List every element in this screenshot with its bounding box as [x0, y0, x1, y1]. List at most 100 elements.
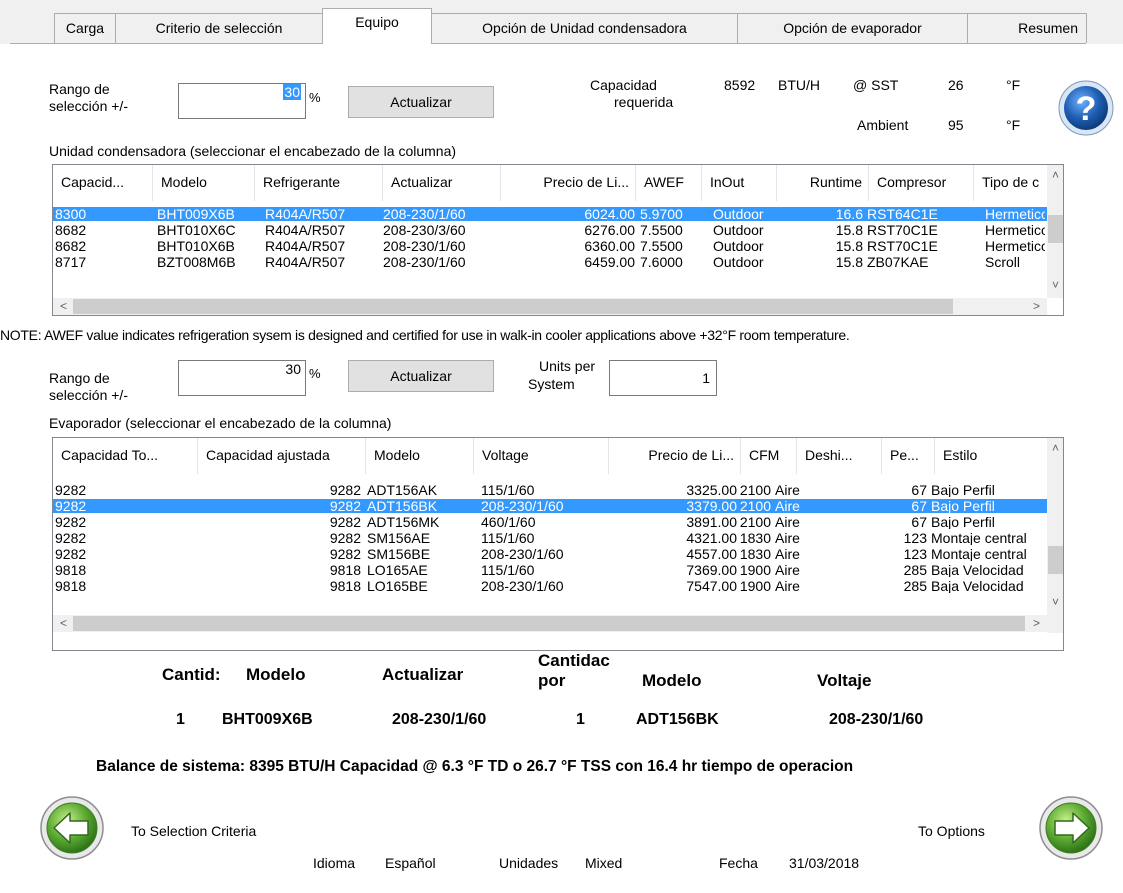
evaporator-cell-peso: 285: [903, 563, 927, 577]
condenser-table-row[interactable]: 8300 BHT009X6B R404A/R507 208-230/1/60 6024.…: [53, 207, 1047, 221]
evaporator-col-voltage[interactable]: Voltage: [474, 438, 609, 474]
tab-carga[interactable]: Carga: [54, 13, 116, 43]
evaporator-table-row[interactable]: 9282 9282 SM156AE 115/1/60 4321.00 1830 Aire 12…: [53, 531, 1047, 545]
condenser-cell-refrigerante: R404A/R507: [265, 255, 346, 269]
help-icon[interactable]: ?: [1058, 80, 1114, 136]
condenser-cell-tipo: Hermetico: [985, 223, 1045, 237]
evaporator-cell-cfm: 1900: [739, 563, 771, 577]
evaporator-table-row[interactable]: 9282 9282 SM156BE 208-230/1/60 4557.00 1830 Ai…: [53, 547, 1047, 561]
evaporator-cell-estilo: Baja Velocidad: [931, 563, 1024, 577]
condenser-col-capacidad[interactable]: Capacid...: [53, 165, 153, 201]
condenser-update-button[interactable]: Actualizar: [348, 86, 494, 118]
capacity-unit: BTU/H: [778, 77, 820, 93]
evaporator-table-row[interactable]: 9818 9818 LO165AE 115/1/60 7369.00 1900 Aire 28…: [53, 563, 1047, 577]
evaporator-grid[interactable]: Capacidad To... Capacidad ajustada Model…: [52, 437, 1064, 651]
condenser-vscroll[interactable]: ˄ ˅: [1047, 165, 1063, 298]
condenser-cell-refrigerante: R404A/R507: [265, 223, 346, 237]
evaporator-cell-voltage: 115/1/60: [481, 563, 535, 577]
evaporator-table-row[interactable]: 9818 9818 LO165BE 208-230/1/60 7547.00 1900 Ai…: [53, 579, 1047, 593]
evaporator-cell-capacidad-total: 9818: [55, 579, 87, 593]
condenser-col-awef[interactable]: AWEF: [636, 165, 702, 201]
scroll-thumb[interactable]: [1048, 215, 1063, 243]
condenser-cell-refrigerante: R404A/R507: [265, 207, 346, 221]
tab-resumen[interactable]: Resumen: [967, 13, 1087, 43]
evaporator-col-capacidad-ajustada[interactable]: Capacidad ajustada: [198, 438, 366, 474]
condenser-range-input[interactable]: 30: [178, 83, 306, 119]
scroll-up-icon[interactable]: ˄: [1047, 167, 1063, 183]
arrow-left-icon[interactable]: [40, 796, 104, 860]
evaporator-range-input[interactable]: 30: [178, 360, 306, 396]
back-label[interactable]: To Selection Criteria: [131, 823, 256, 839]
tab-divider: [10, 43, 1086, 44]
evaporator-cell-peso: 67: [911, 515, 927, 529]
evaporator-col-deshielo[interactable]: Deshi...: [797, 438, 882, 474]
condenser-col-precio[interactable]: Precio de Li...: [501, 165, 636, 201]
units-per-system-label-1: Units per: [539, 358, 596, 374]
evaporator-col-cfm[interactable]: CFM: [741, 438, 797, 474]
evaporator-table-row[interactable]: 9282 9282 ADT156MK 460/1/60 3891.00 2100 Aire 6…: [53, 515, 1047, 529]
arrow-right-icon[interactable]: [1039, 796, 1103, 860]
evaporator-cell-capacidad-ajustada: 9282: [329, 483, 361, 497]
units-per-system-input[interactable]: 1: [609, 360, 717, 396]
evaporator-cell-precio: 7547.00: [686, 579, 737, 593]
evaporator-cell-deshielo: Aire: [775, 515, 800, 529]
condenser-cell-tipo: Hermetico: [985, 207, 1045, 221]
evaporator-col-capacidad-total[interactable]: Capacidad To...: [53, 438, 198, 474]
tab-criterio-seleccion[interactable]: Criterio de selección: [115, 13, 323, 43]
sst-label: @ SST: [853, 77, 899, 93]
scroll-up-icon[interactable]: ˄: [1047, 440, 1063, 456]
condenser-cell-runtime: 16.6: [835, 207, 863, 221]
tab-opcion-unidad-condensadora[interactable]: Opción de Unidad condensadora: [431, 13, 738, 43]
condenser-hscroll[interactable]: < >: [53, 298, 1047, 315]
scroll-down-icon[interactable]: ˅: [1047, 594, 1063, 610]
evaporator-col-peso[interactable]: Pe...: [882, 438, 935, 474]
evaporator-col-precio[interactable]: Precio de Li...: [609, 438, 741, 474]
condenser-col-inout[interactable]: InOut: [702, 165, 777, 201]
condenser-cell-awef: 5.9700: [640, 207, 683, 221]
tab-equipo[interactable]: Equipo: [322, 8, 432, 44]
condenser-col-modelo[interactable]: Modelo: [153, 165, 255, 201]
scroll-right-icon[interactable]: >: [1028, 615, 1045, 631]
scroll-right-icon[interactable]: >: [1028, 298, 1045, 314]
evaporator-update-button[interactable]: Actualizar: [348, 360, 494, 392]
evaporator-col-estilo[interactable]: Estilo: [935, 438, 1048, 474]
condenser-percent: %: [309, 90, 321, 105]
evaporator-cell-peso: 123: [903, 531, 927, 545]
scroll-left-icon[interactable]: <: [55, 298, 72, 314]
evaporator-cell-peso: 67: [911, 499, 927, 513]
evaporator-cell-precio: 4321.00: [686, 531, 737, 545]
condenser-col-actualizar[interactable]: Actualizar: [383, 165, 501, 201]
condenser-grid[interactable]: Capacid... Modelo Refrigerante Actualiza…: [52, 164, 1064, 316]
scroll-thumb[interactable]: [1048, 546, 1063, 574]
condenser-col-runtime[interactable]: Runtime: [777, 165, 869, 201]
condenser-table-row[interactable]: 8717 BZT008M6B R404A/R507 208-230/1/60 6459.…: [53, 255, 1047, 269]
evaporator-table-row[interactable]: 9282 9282 ADT156AK 115/1/60 3325.00 2100 Aire 6…: [53, 483, 1047, 497]
evaporator-cell-voltage: 460/1/60: [481, 515, 536, 529]
condenser-cell-precio: 6459.00: [584, 255, 635, 269]
scroll-thumb[interactable]: [73, 299, 953, 314]
evaporator-range-label-1: Rango de: [49, 370, 110, 386]
condenser-col-compresor[interactable]: Compresor: [869, 165, 974, 201]
evaporator-cell-capacidad-total: 9282: [55, 483, 87, 497]
condenser-col-tipo[interactable]: Tipo de c: [974, 165, 1048, 201]
evaporator-cell-modelo: ADT156AK: [367, 483, 438, 497]
scroll-down-icon[interactable]: ˅: [1047, 277, 1063, 293]
evaporator-cell-deshielo: Aire: [775, 483, 800, 497]
tab-opcion-evaporador[interactable]: Opción de evaporador: [737, 13, 968, 43]
evaporator-vscroll[interactable]: ˄ ˅: [1047, 438, 1063, 633]
evaporator-hscroll[interactable]: < >: [53, 615, 1047, 632]
scroll-left-icon[interactable]: <: [55, 615, 72, 631]
condenser-table-row[interactable]: 8682 BHT010X6B R404A/R507 208-230/1/60 6360.…: [53, 239, 1047, 253]
summary-header-modelo: Modelo: [246, 665, 306, 684]
condenser-table-row[interactable]: 8682 BHT010X6C R404A/R507 208-230/3/60 6276.…: [53, 223, 1047, 237]
evaporator-table-row[interactable]: 9282 9282 ADT156BK 208-230/1/60 3379.00 2100 A…: [53, 499, 1047, 513]
condenser-cell-actualizar: 208-230/1/60: [383, 207, 466, 221]
evaporator-range-value: 30: [285, 361, 301, 377]
evaporator-cell-modelo: LO165BE: [367, 579, 428, 593]
ambient-value: 95: [948, 117, 964, 133]
evaporator-col-modelo[interactable]: Modelo: [366, 438, 474, 474]
tab-bar: Carga Criterio de selección Equipo Opció…: [0, 0, 1123, 44]
next-label[interactable]: To Options: [918, 823, 985, 839]
condenser-col-refrigerante[interactable]: Refrigerante: [255, 165, 383, 201]
scroll-thumb[interactable]: [73, 616, 1025, 631]
